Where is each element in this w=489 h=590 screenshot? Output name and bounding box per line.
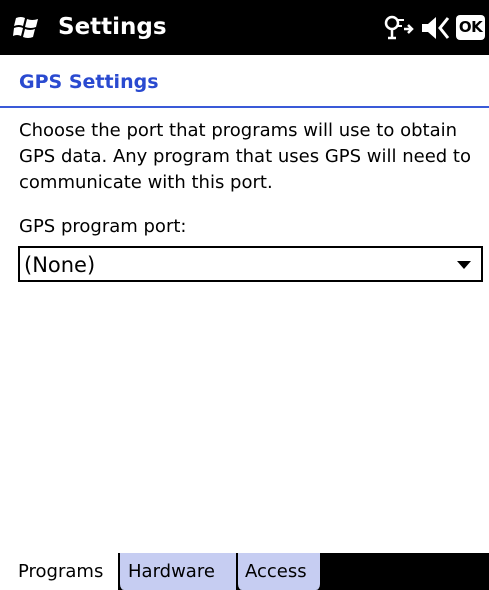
window-title: Settings xyxy=(58,14,167,40)
title-bar: Settings OK xyxy=(0,0,489,55)
gps-port-selected-value: (None) xyxy=(24,253,96,277)
speaker-icon[interactable] xyxy=(420,14,452,46)
gps-port-label: GPS program port: xyxy=(19,216,187,237)
page-title: GPS Settings xyxy=(19,71,159,93)
ok-button[interactable]: OK xyxy=(456,15,485,40)
windows-logo-icon[interactable] xyxy=(13,15,41,39)
tab-programs[interactable]: Programs xyxy=(0,553,118,590)
dropdown-arrow-icon[interactable] xyxy=(457,261,471,269)
connectivity-icon[interactable] xyxy=(382,14,416,46)
gps-port-dropdown[interactable]: (None) xyxy=(18,246,483,282)
tab-hardware[interactable]: Hardware xyxy=(118,553,236,590)
header-divider xyxy=(0,106,489,108)
description-text: Choose the port that programs will use t… xyxy=(19,120,471,193)
tab-access[interactable]: Access xyxy=(236,553,322,590)
tab-bar: Programs Hardware Access xyxy=(0,553,489,590)
